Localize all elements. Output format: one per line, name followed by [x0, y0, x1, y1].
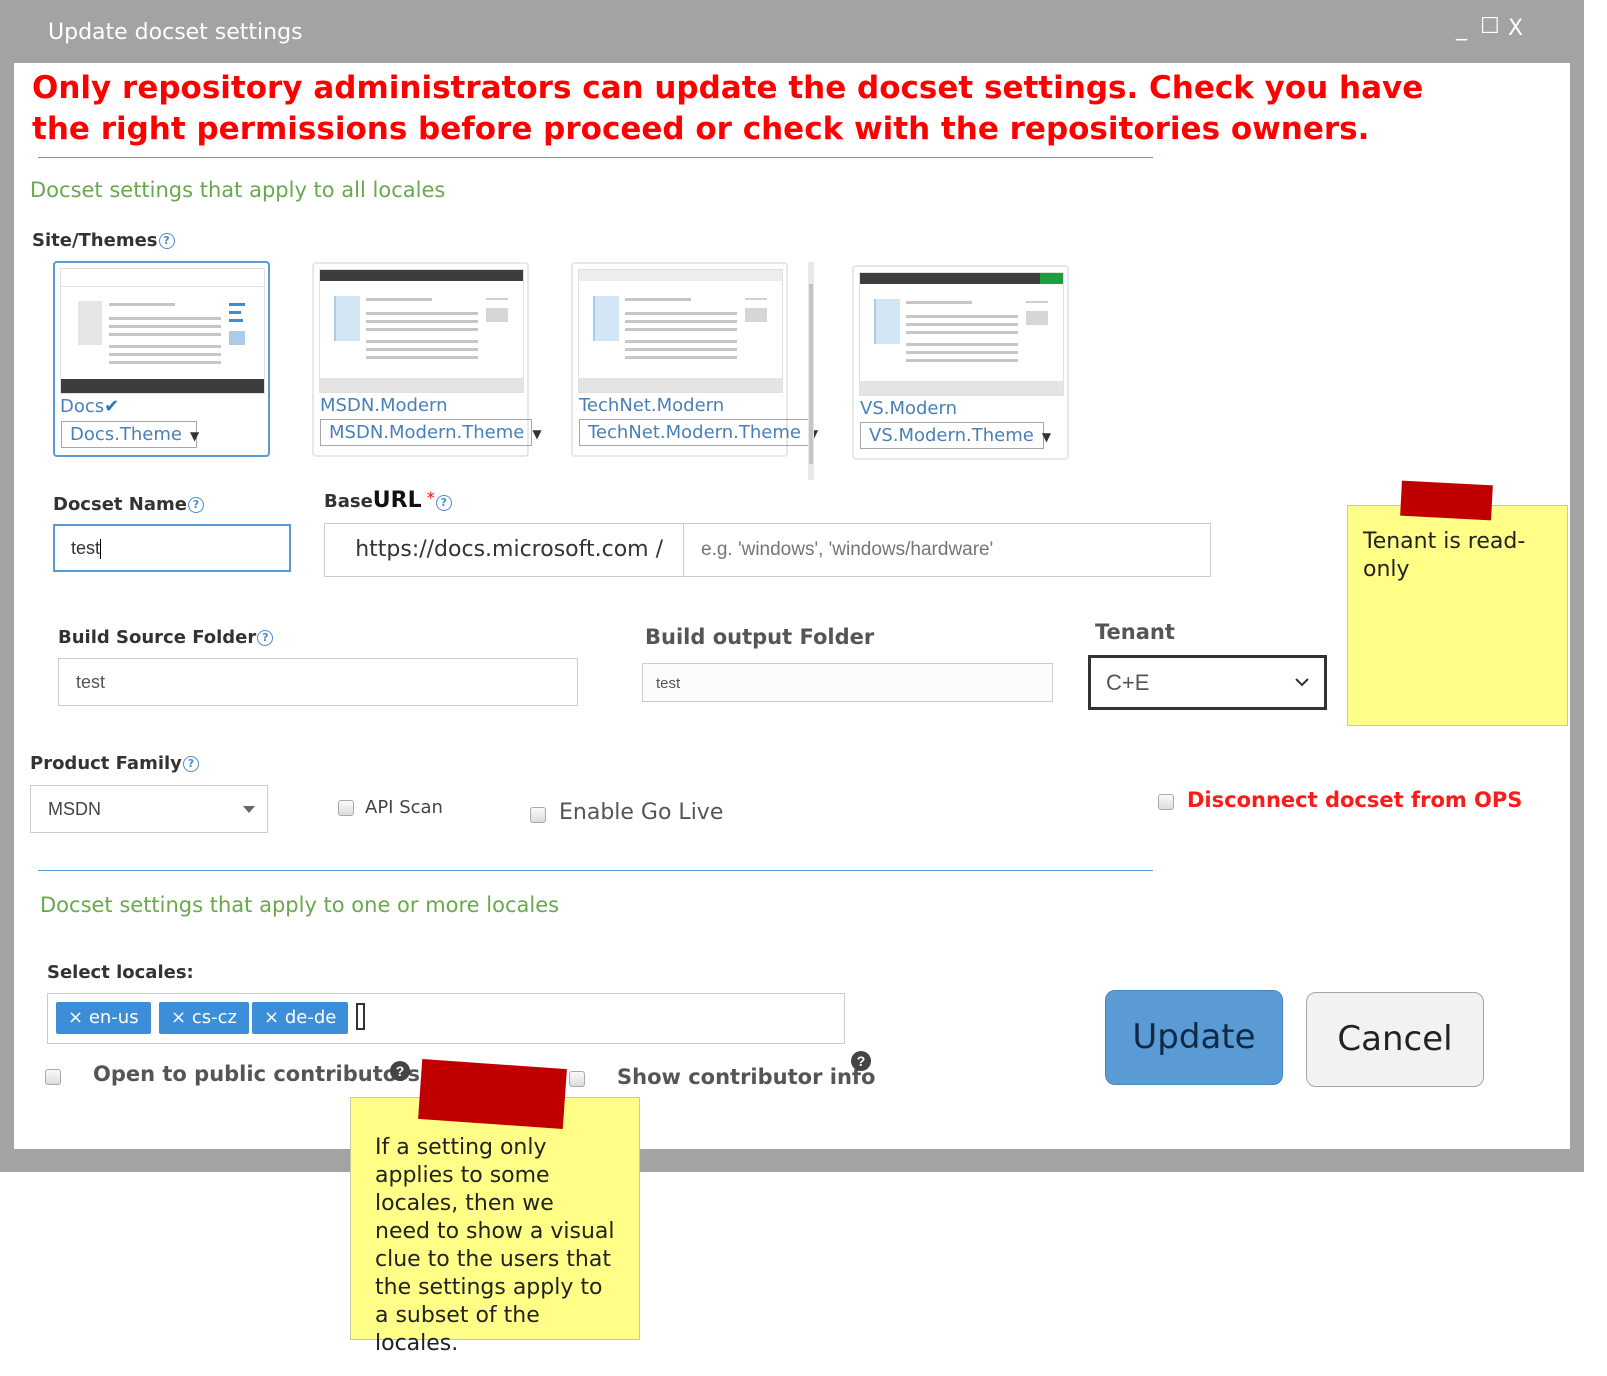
- open-public-label: Open to public contributors: [93, 1062, 421, 1086]
- caret-down-icon: [243, 806, 255, 813]
- theme-select-msdn[interactable]: MSDN.Modern.Theme ▼: [320, 419, 542, 446]
- theme-card-msdn-modern[interactable]: MSDN.Modern MSDN.Modern.Theme ▼: [312, 262, 542, 457]
- help-icon[interactable]: ?: [182, 756, 199, 772]
- theme-card-vs-modern[interactable]: VS.Modern VS.Modern.Theme ▼: [852, 265, 1069, 460]
- note-tape: [418, 1059, 567, 1129]
- dialog-title: Update docset settings: [48, 20, 303, 45]
- help-icon[interactable]: ?: [390, 1061, 410, 1081]
- help-icon[interactable]: ?: [851, 1051, 871, 1071]
- dialog-body: [14, 63, 1570, 1149]
- help-icon[interactable]: ?: [257, 630, 274, 646]
- locale-tag[interactable]: × cs-cz: [159, 1002, 249, 1034]
- enable-go-live-checkbox[interactable]: [530, 807, 546, 823]
- theme-preview-docs: [60, 268, 265, 394]
- check-icon: ✔: [104, 396, 120, 417]
- theme-select-docs[interactable]: Docs.Theme ▼: [61, 421, 199, 448]
- open-public-checkbox[interactable]: [45, 1069, 61, 1085]
- text-cursor: [356, 1003, 365, 1030]
- minimize-icon[interactable]: _: [1456, 16, 1467, 41]
- theme-name-vs: VS.Modern: [860, 398, 957, 419]
- permissions-warning: Only repository administrators can updat…: [32, 70, 1424, 147]
- api-scan-checkbox[interactable]: [338, 800, 354, 816]
- remove-tag-icon[interactable]: ×: [68, 1007, 83, 1028]
- help-icon[interactable]: ?: [158, 233, 175, 249]
- base-url-field: https://docs.microsoft.com /: [324, 523, 1211, 577]
- note-tape: [1400, 480, 1493, 521]
- product-family-select[interactable]: MSDN: [30, 785, 268, 833]
- theme-name-technet: TechNet.Modern: [579, 395, 725, 416]
- docset-name-label: Docset Name?: [53, 494, 204, 515]
- base-url-label: BaseURL *?: [324, 488, 452, 513]
- theme-name-docs: Docs✔: [60, 396, 120, 417]
- update-button[interactable]: Update: [1105, 990, 1283, 1085]
- api-scan-label: API Scan: [365, 797, 443, 818]
- docset-name-input[interactable]: test: [53, 524, 291, 572]
- select-locales-label: Select locales:: [47, 962, 194, 983]
- site-themes-label-text: Site/Themes: [32, 230, 158, 251]
- disconnect-label: Disconnect docset from OPS: [1187, 788, 1523, 812]
- base-url-prefix: https://docs.microsoft.com /: [325, 524, 684, 576]
- sticky-note-locales: If a setting only applies to some locale…: [350, 1097, 640, 1356]
- remove-tag-icon[interactable]: ×: [171, 1007, 186, 1028]
- close-icon[interactable]: X: [1508, 16, 1523, 41]
- divider-middle: [38, 870, 1153, 871]
- theme-select-vs[interactable]: VS.Modern.Theme ▼: [860, 422, 1051, 449]
- theme-card-docs[interactable]: Docs✔ Docs.Theme ▼: [53, 261, 270, 457]
- site-themes-label: Site/Themes?: [32, 230, 175, 251]
- section-locales-title: Docset settings that apply to one or mor…: [40, 893, 560, 917]
- base-url-input[interactable]: [685, 524, 1205, 576]
- theme-preview-technet: [578, 269, 783, 393]
- locale-tag[interactable]: × en-us: [56, 1002, 151, 1034]
- required-mark: *: [426, 488, 435, 507]
- maximize-icon[interactable]: ☐: [1480, 14, 1500, 39]
- remove-tag-icon[interactable]: ×: [264, 1007, 279, 1028]
- build-output-folder-input: test: [642, 663, 1053, 702]
- cancel-button[interactable]: Cancel: [1306, 992, 1484, 1087]
- show-contributor-checkbox[interactable]: [569, 1071, 585, 1087]
- tenant-label: Tenant: [1095, 620, 1175, 644]
- build-source-folder-input[interactable]: test: [58, 658, 578, 706]
- chevron-down-icon: [1295, 678, 1309, 687]
- build-source-folder-label: Build Source Folder?: [58, 627, 274, 648]
- text-cursor: [100, 539, 102, 560]
- enable-go-live-label: Enable Go Live: [559, 800, 724, 825]
- theme-preview-vs: [859, 272, 1064, 396]
- themes-scrollbar-thumb[interactable]: [809, 284, 813, 464]
- build-output-folder-label: Build output Folder: [645, 625, 875, 649]
- theme-name-msdn: MSDN.Modern: [320, 395, 448, 416]
- disconnect-checkbox[interactable]: [1158, 794, 1174, 810]
- help-icon[interactable]: ?: [187, 497, 204, 513]
- sticky-note-tenant: Tenant is read-only: [1347, 505, 1568, 726]
- theme-preview-msdn: [319, 269, 524, 393]
- show-contributor-label: Show contributor info: [617, 1065, 876, 1089]
- locales-input[interactable]: × en-us × cs-cz × de-de: [47, 993, 845, 1044]
- tenant-select: C+E: [1088, 655, 1327, 710]
- help-icon[interactable]: ?: [435, 494, 452, 511]
- themes-scrollbar-track[interactable]: [808, 262, 814, 480]
- theme-select-technet[interactable]: TechNet.Modern.Theme▼: [579, 419, 818, 446]
- product-family-label: Product Family?: [30, 753, 199, 774]
- section-all-locales-title: Docset settings that apply to all locale…: [30, 178, 446, 202]
- locale-tag[interactable]: × de-de: [252, 1002, 349, 1034]
- theme-card-technet-modern[interactable]: TechNet.Modern TechNet.Modern.Theme▼: [571, 262, 818, 457]
- divider-top: [38, 157, 1153, 158]
